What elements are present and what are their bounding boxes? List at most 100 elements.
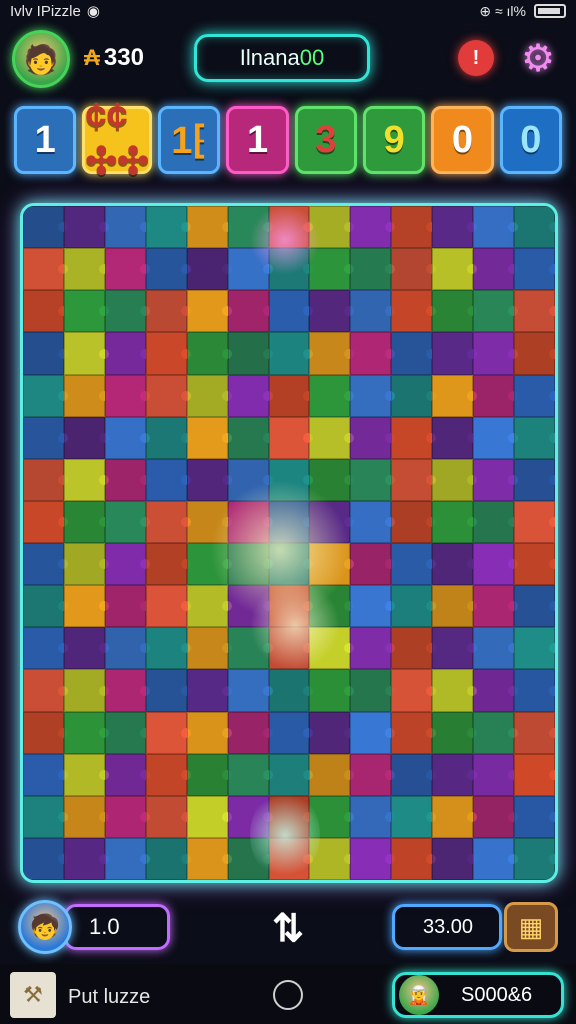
puzzle-piece[interactable] xyxy=(514,500,555,543)
puzzle-piece[interactable] xyxy=(514,458,555,501)
puzzle-piece[interactable] xyxy=(227,332,269,375)
puzzle-piece[interactable] xyxy=(23,290,64,333)
puzzle-piece[interactable] xyxy=(350,374,392,417)
puzzle-piece[interactable] xyxy=(145,248,187,291)
puzzle-piece[interactable] xyxy=(23,458,64,501)
puzzle-piece[interactable] xyxy=(514,669,555,712)
puzzle-piece[interactable] xyxy=(186,837,228,880)
number-tile[interactable]: 0 xyxy=(499,106,562,174)
puzzle-piece[interactable] xyxy=(227,543,269,586)
puzzle-piece[interactable] xyxy=(350,290,392,333)
alert-button[interactable]: ! xyxy=(458,40,494,76)
puzzle-piece[interactable] xyxy=(432,837,474,880)
puzzle-piece[interactable] xyxy=(104,332,146,375)
puzzle-piece[interactable] xyxy=(432,753,474,796)
puzzle-piece[interactable] xyxy=(145,585,187,628)
puzzle-piece[interactable] xyxy=(145,290,187,333)
puzzle-piece[interactable] xyxy=(268,585,310,628)
puzzle-piece[interactable] xyxy=(391,795,433,838)
puzzle-piece[interactable] xyxy=(432,290,474,333)
puzzle-piece[interactable] xyxy=(145,669,187,712)
puzzle-piece[interactable] xyxy=(391,669,433,712)
puzzle-piece[interactable] xyxy=(432,585,474,628)
puzzle-piece[interactable] xyxy=(227,711,269,754)
puzzle-piece[interactable] xyxy=(391,374,433,417)
puzzle-piece[interactable] xyxy=(145,416,187,459)
puzzle-piece[interactable] xyxy=(63,795,105,838)
puzzle-piece[interactable] xyxy=(391,332,433,375)
puzzle-piece[interactable] xyxy=(227,669,269,712)
puzzle-piece[interactable] xyxy=(104,290,146,333)
puzzle-piece[interactable] xyxy=(514,753,555,796)
puzzle-piece[interactable] xyxy=(145,500,187,543)
puzzle-piece[interactable] xyxy=(104,753,146,796)
puzzle-piece[interactable] xyxy=(145,543,187,586)
puzzle-piece[interactable] xyxy=(186,795,228,838)
puzzle-piece[interactable] xyxy=(186,458,228,501)
puzzle-piece[interactable] xyxy=(227,753,269,796)
number-tile[interactable]: 9 xyxy=(363,106,426,174)
puzzle-piece[interactable] xyxy=(309,753,351,796)
puzzle-piece[interactable] xyxy=(268,711,310,754)
puzzle-piece[interactable] xyxy=(104,837,146,880)
puzzle-piece[interactable] xyxy=(473,585,515,628)
puzzle-piece[interactable] xyxy=(63,416,105,459)
puzzle-piece[interactable] xyxy=(309,627,351,670)
puzzle-piece[interactable] xyxy=(145,795,187,838)
puzzle-thumbnail[interactable]: ⚒ xyxy=(10,972,56,1018)
puzzle-piece[interactable] xyxy=(63,711,105,754)
puzzle-piece[interactable] xyxy=(473,543,515,586)
puzzle-piece[interactable] xyxy=(23,416,64,459)
puzzle-piece[interactable] xyxy=(23,248,64,291)
puzzle-piece[interactable] xyxy=(309,248,351,291)
puzzle-piece[interactable] xyxy=(309,290,351,333)
puzzle-piece[interactable] xyxy=(473,711,515,754)
puzzle-piece[interactable] xyxy=(391,416,433,459)
puzzle-piece[interactable] xyxy=(145,627,187,670)
puzzle-piece[interactable] xyxy=(514,248,555,291)
settings-button[interactable]: ⚙ xyxy=(516,36,560,80)
puzzle-piece[interactable] xyxy=(514,837,555,880)
puzzle-piece[interactable] xyxy=(350,458,392,501)
puzzle-piece[interactable] xyxy=(350,711,392,754)
puzzle-piece[interactable] xyxy=(186,500,228,543)
puzzle-piece[interactable] xyxy=(63,248,105,291)
puzzle-piece[interactable] xyxy=(23,795,64,838)
puzzle-piece[interactable] xyxy=(63,837,105,880)
number-tile[interactable]: 1 xyxy=(226,106,289,174)
puzzle-piece[interactable] xyxy=(514,711,555,754)
puzzle-piece[interactable] xyxy=(514,332,555,375)
puzzle-piece[interactable] xyxy=(104,669,146,712)
number-tile[interactable]: 1⁅ xyxy=(158,106,221,174)
puzzle-piece[interactable] xyxy=(23,500,64,543)
user-badge[interactable]: 🧝 S000&6 xyxy=(392,972,564,1018)
puzzle-piece[interactable] xyxy=(391,711,433,754)
puzzle-piece[interactable] xyxy=(227,416,269,459)
puzzle-piece[interactable] xyxy=(104,458,146,501)
puzzle-piece[interactable] xyxy=(514,206,555,249)
puzzle-piece[interactable] xyxy=(432,206,474,249)
puzzle-piece[interactable] xyxy=(268,543,310,586)
puzzle-piece[interactable] xyxy=(63,458,105,501)
puzzle-piece[interactable] xyxy=(23,837,64,880)
puzzle-piece[interactable] xyxy=(350,627,392,670)
puzzle-piece[interactable] xyxy=(391,627,433,670)
puzzle-piece[interactable] xyxy=(186,206,228,249)
puzzle-piece[interactable] xyxy=(309,543,351,586)
puzzle-piece[interactable] xyxy=(432,543,474,586)
puzzle-piece[interactable] xyxy=(268,837,310,880)
puzzle-piece[interactable] xyxy=(350,837,392,880)
puzzle-piece[interactable] xyxy=(350,248,392,291)
puzzle-piece[interactable] xyxy=(432,374,474,417)
puzzle-piece[interactable] xyxy=(227,290,269,333)
puzzle-piece[interactable] xyxy=(268,753,310,796)
puzzle-piece[interactable] xyxy=(391,585,433,628)
puzzle-piece[interactable] xyxy=(186,374,228,417)
puzzle-piece[interactable] xyxy=(432,795,474,838)
puzzle-piece[interactable] xyxy=(63,543,105,586)
puzzle-piece[interactable] xyxy=(432,416,474,459)
number-tile[interactable]: 0 xyxy=(431,106,494,174)
puzzle-piece[interactable] xyxy=(23,585,64,628)
puzzle-piece[interactable] xyxy=(350,669,392,712)
puzzle-piece[interactable] xyxy=(473,290,515,333)
